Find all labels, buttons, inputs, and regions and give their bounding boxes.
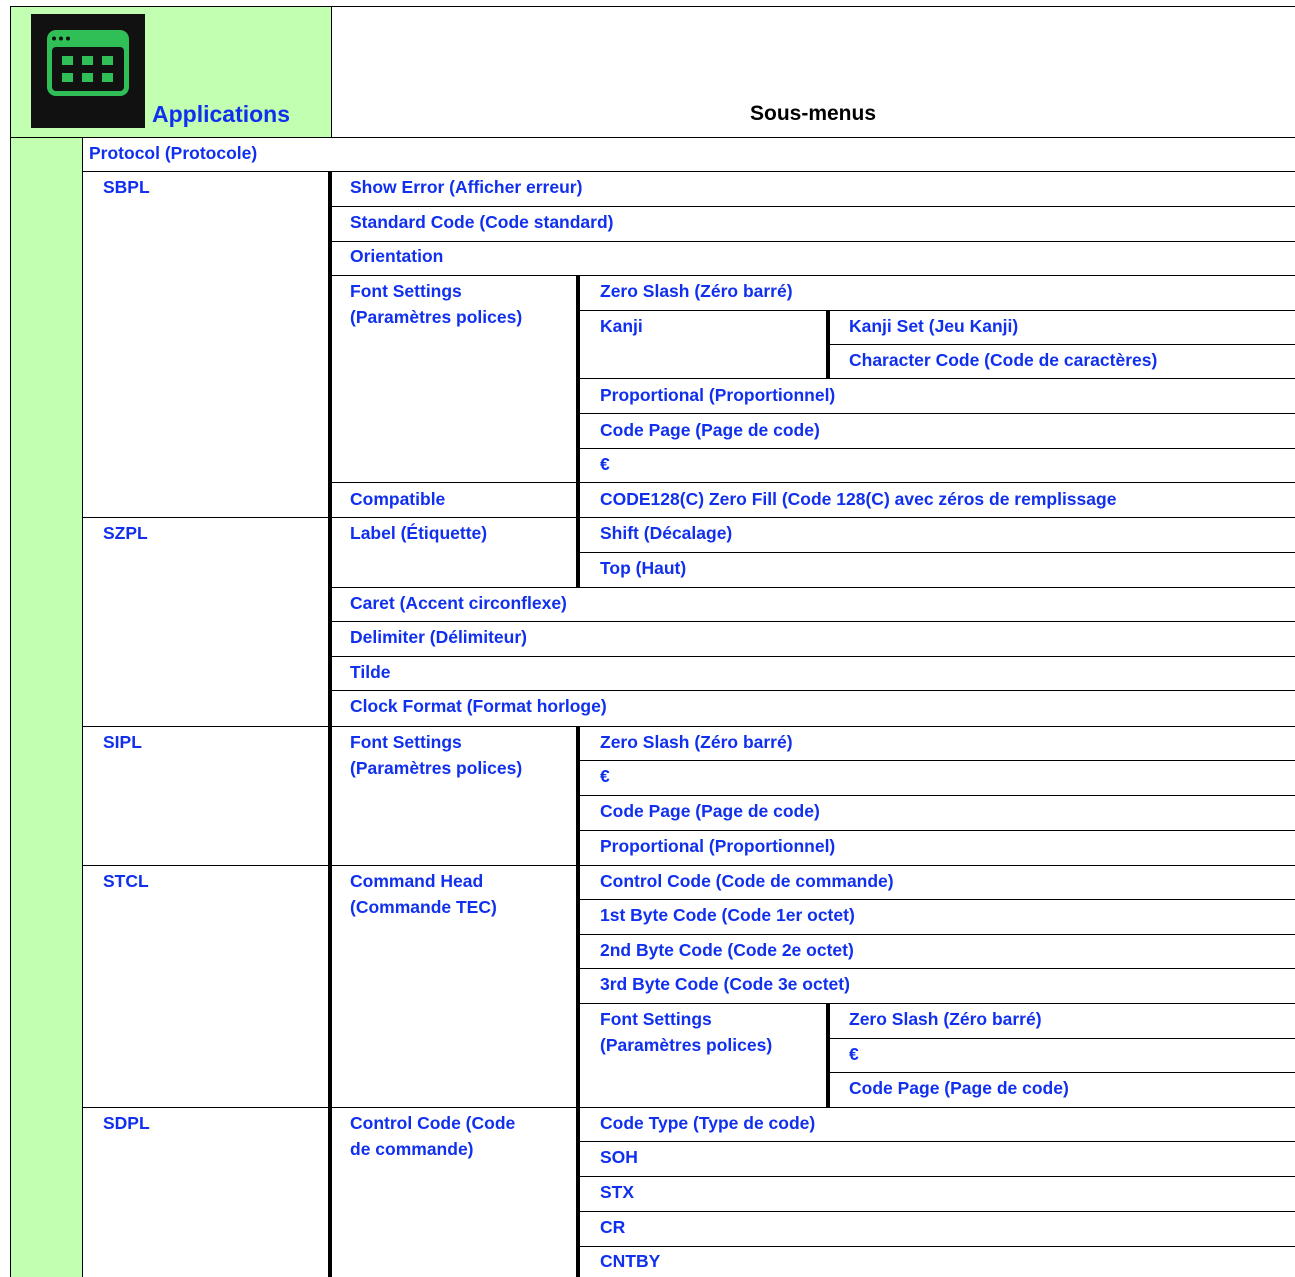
standard-code-item: Standard Code (Code standard) (350, 212, 614, 232)
compatible-item: Compatible (350, 489, 446, 509)
command-head-item: Command Head (350, 871, 484, 891)
shift-item: Shift (Décalage) (600, 523, 733, 543)
caret-item: Caret (Accent circonflexe) (350, 593, 567, 613)
kanji-set-item: Kanji Set (Jeu Kanji) (849, 316, 1019, 336)
control-code-item: Control Code (Code de commande) (600, 871, 894, 891)
protocol-label: Protocol (Protocole) (89, 143, 258, 163)
byte1-code-item: 1st Byte Code (Code 1er octet) (600, 905, 855, 925)
submenus-heading: Sous-menus (749, 102, 877, 125)
stcl-font-settings-item: Font Settings (600, 1009, 712, 1029)
byte2-code-item: 2nd Byte Code (Code 2e octet) (600, 940, 854, 960)
stcl-euro-item: € (849, 1044, 859, 1064)
byte3-code-item: 3rd Byte Code (Code 3e octet) (600, 974, 850, 994)
top-item: Top (Haut) (600, 558, 687, 578)
zero-slash-item: Zero Slash (Zéro barré) (600, 281, 793, 301)
sipl-code-page-item: Code Page (Page de code) (600, 801, 820, 821)
sdpl-control-code-item-sub: de commande) (350, 1139, 474, 1159)
orientation-item: Orientation (350, 246, 444, 266)
sipl-zero-slash-item: Zero Slash (Zéro barré) (600, 732, 793, 752)
proportional-item: Proportional (Proportionnel) (600, 385, 836, 405)
stcl-zero-slash-item: Zero Slash (Zéro barré) (849, 1009, 1042, 1029)
command-head-item-sub: (Commande TEC) (350, 897, 497, 917)
stx-item: STX (600, 1182, 635, 1202)
code-type-item: Code Type (Type de code) (600, 1113, 816, 1133)
show-error-item: Show Error (Afficher erreur) (350, 177, 583, 197)
stcl-code-page-item: Code Page (Page de code) (849, 1078, 1069, 1098)
sipl-proportional-item: Proportional (Proportionnel) (600, 836, 836, 856)
stcl-label: STCL (103, 871, 149, 891)
euro-item: € (600, 454, 610, 474)
sipl-font-settings-item-sub: (Paramètres polices) (350, 758, 523, 778)
soh-item: SOH (600, 1147, 638, 1167)
szpl-label: SZPL (103, 523, 148, 543)
label-item: Label (Étiquette) (350, 523, 488, 543)
applications-heading: Applications (152, 101, 291, 127)
app-grid-icon (31, 14, 145, 128)
cr-item: CR (600, 1217, 626, 1237)
sdpl-label: SDPL (103, 1113, 150, 1133)
delimiter-item: Delimiter (Délimiteur) (350, 627, 527, 647)
sipl-label: SIPL (103, 732, 142, 752)
code128-zero-fill-item: CODE128(C) Zero Fill (Code 128(C) avec z… (600, 489, 1117, 509)
font-settings-item-sub: (Paramètres polices) (350, 307, 523, 327)
cntby-item: CNTBY (600, 1251, 661, 1271)
sipl-euro-item: € (600, 766, 610, 786)
tilde-item: Tilde (350, 662, 391, 682)
sipl-font-settings-item: Font Settings (350, 732, 462, 752)
sdpl-control-code-item: Control Code (Code (350, 1113, 516, 1133)
kanji-item: Kanji (600, 316, 643, 336)
character-code-item: Character Code (Code de caractères) (849, 350, 1158, 370)
left-green-column (10, 137, 82, 1277)
sbpl-label: SBPL (103, 177, 150, 197)
stcl-font-settings-item-sub: (Paramètres polices) (600, 1035, 773, 1055)
code-page-item: Code Page (Page de code) (600, 420, 820, 440)
clock-format-item: Clock Format (Format horloge) (350, 696, 607, 716)
font-settings-item: Font Settings (350, 281, 462, 301)
